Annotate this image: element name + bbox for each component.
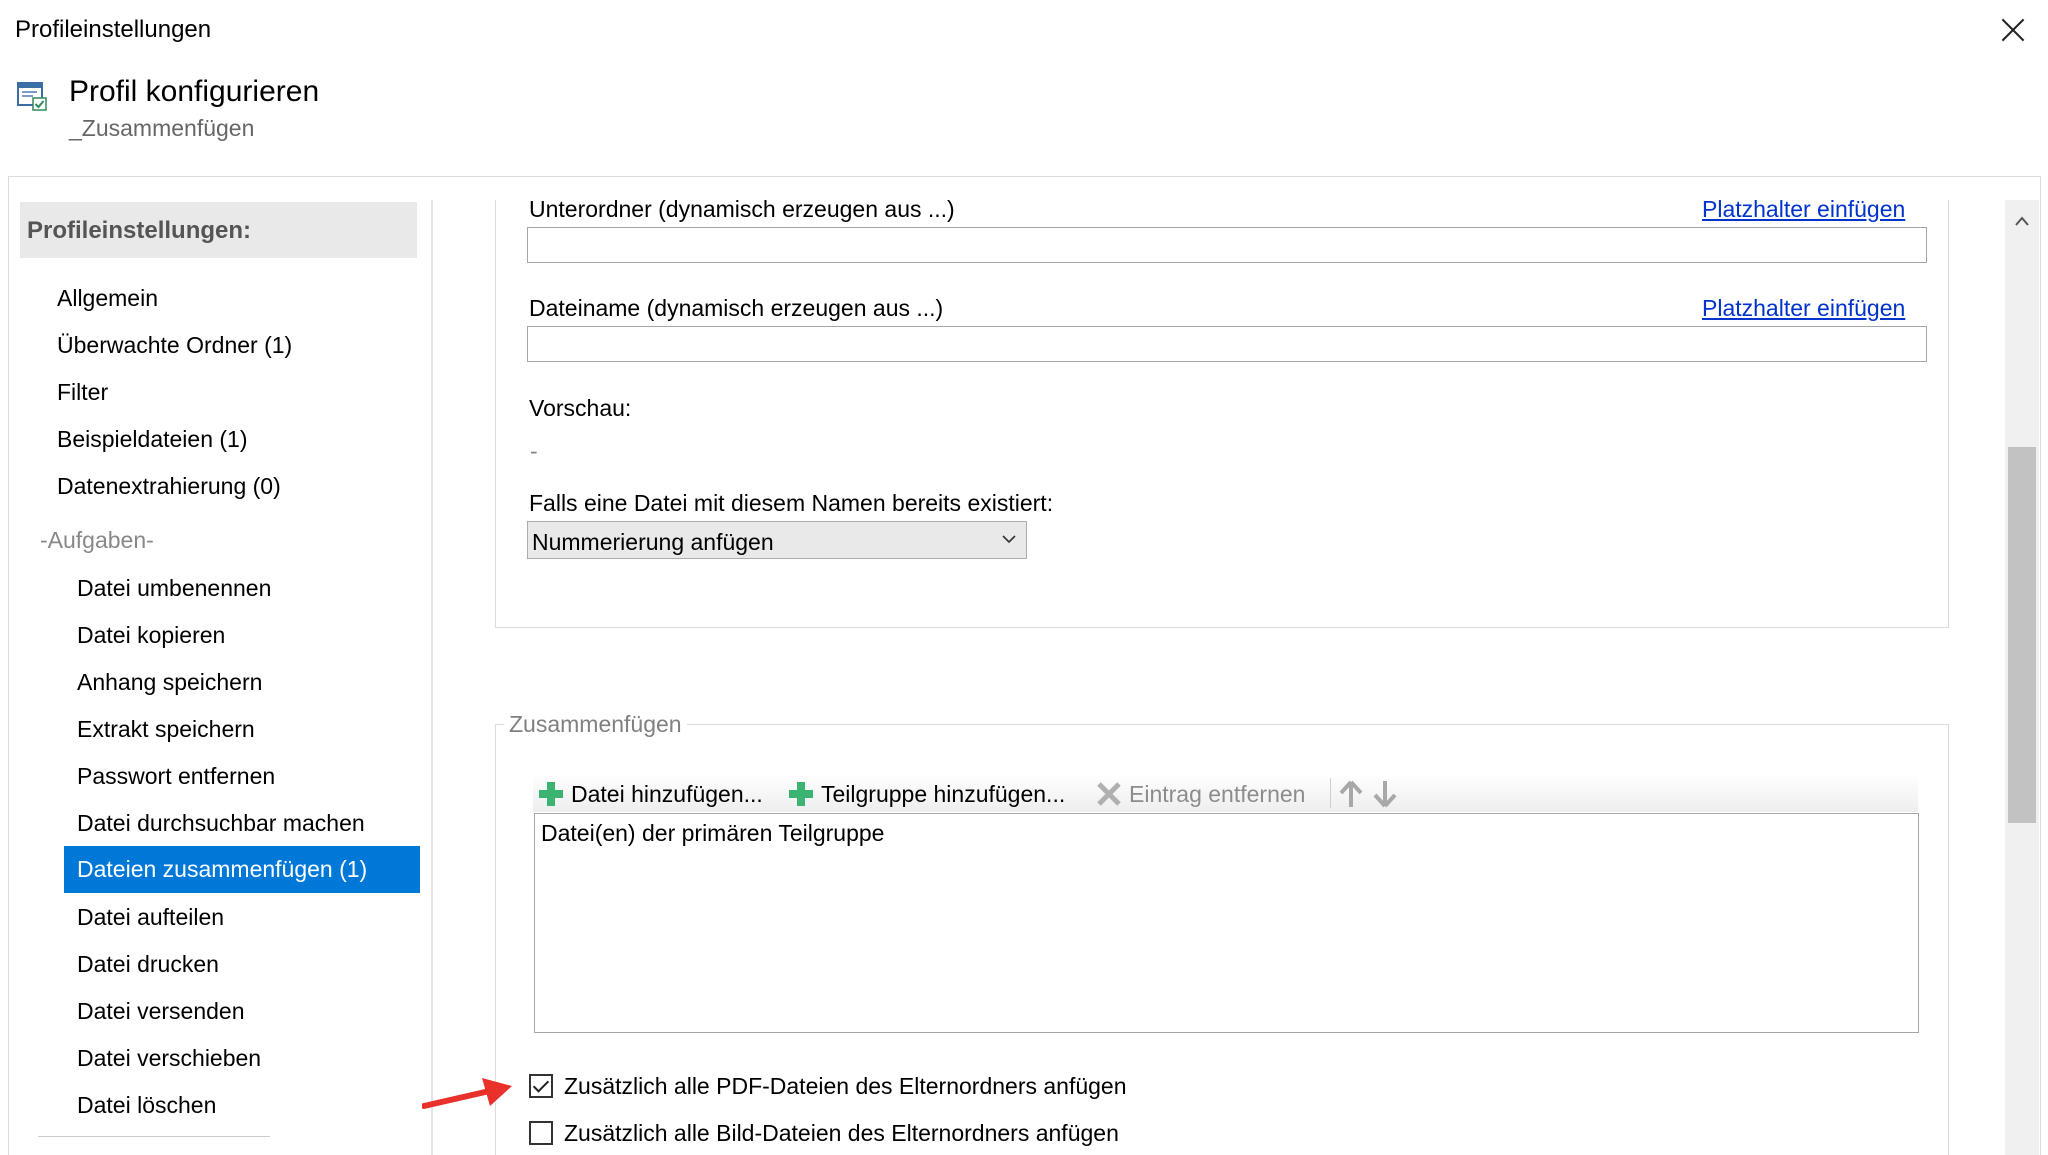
settings-window-icon [17, 82, 47, 111]
arrow-up-icon[interactable] [1337, 779, 1365, 809]
sidebar-task-umbenennen[interactable]: Datei umbenennen [64, 565, 420, 612]
sidebar-task-extrakt-speichern[interactable]: Extrakt speichern [64, 706, 420, 753]
sidebar-item-allgemein[interactable]: Allgemein [57, 275, 158, 322]
remove-entry-label: Eintrag entfernen [1129, 781, 1306, 807]
image-files-label[interactable]: Zusätzlich alle Bild-Dateien des Elterno… [564, 1120, 1119, 1147]
chevron-down-icon [1002, 535, 1016, 544]
annotation-arrow [422, 1078, 512, 1109]
plus-icon [789, 781, 813, 806]
window-title: Profileinstellungen [15, 16, 212, 43]
subfolder-placeholder-link[interactable]: Platzhalter einfügen [1702, 196, 1905, 223]
profile-name: _Zusammenfügen [69, 115, 255, 141]
arrow-down-icon[interactable] [1371, 779, 1399, 809]
toolbar-separator [1330, 778, 1331, 808]
sidebar-task-aufteilen[interactable]: Datei aufteilen [64, 894, 420, 941]
page-title: Profil konfigurieren [69, 75, 320, 108]
settings-group-box [495, 200, 1949, 628]
frame-left-border [8, 176, 9, 1155]
add-subgroup-label: Teilgruppe hinzufügen... [821, 781, 1066, 807]
filename-input[interactable] [527, 326, 1927, 362]
header-divider [8, 176, 2040, 177]
sidebar-task-kopieren[interactable]: Datei kopieren [64, 612, 420, 659]
image-files-checkbox[interactable] [529, 1121, 553, 1145]
close-button[interactable] [1995, 12, 2031, 48]
scrollbar-thumb[interactable] [2008, 447, 2036, 823]
pdf-files-label[interactable]: Zusätzlich alle PDF-Dateien des Elternor… [564, 1073, 1127, 1100]
merge-group-label: Zusammenfügen [504, 711, 687, 738]
sidebar-task-verschieben[interactable]: Datei verschieben [64, 1035, 420, 1082]
sidebar-item-filter[interactable]: Filter [57, 369, 108, 416]
sidebar-separator [431, 200, 433, 1155]
sidebar-task-zusammenfuegen[interactable]: Dateien zusammenfügen (1) [64, 846, 420, 893]
sidebar-task-drucken[interactable]: Datei drucken [64, 941, 420, 988]
x-icon [1097, 782, 1121, 806]
preview-value: - [530, 438, 538, 464]
file-exists-selected: Nummerierung anfügen [532, 529, 774, 555]
sidebar-item-beispieldateien[interactable]: Beispieldateien (1) [57, 416, 248, 463]
file-exists-label: Falls eine Datei mit diesem Namen bereit… [529, 490, 1054, 516]
list-item[interactable]: Datei(en) der primären Teilgruppe [541, 820, 884, 847]
sidebar-task-versenden[interactable]: Datei versenden [64, 988, 420, 1035]
subfolder-label: Unterordner (dynamisch erzeugen aus ...) [529, 196, 955, 222]
pdf-files-checkbox[interactable] [529, 1074, 553, 1098]
preview-label: Vorschau: [529, 395, 632, 421]
sidebar-task-durchsuchbar[interactable]: Datei durchsuchbar machen [64, 800, 420, 847]
sidebar-item-datenextrahierung[interactable]: Datenextrahierung (0) [57, 463, 281, 510]
sidebar-heading: Profileinstellungen: [20, 202, 417, 258]
sidebar-task-passwort-entfernen[interactable]: Passwort entfernen [64, 753, 420, 800]
add-file-button[interactable]: Datei hinzufügen... [537, 777, 763, 811]
add-subgroup-button[interactable]: Teilgruppe hinzufügen... [787, 777, 1065, 811]
filename-placeholder-link[interactable]: Platzhalter einfügen [1702, 295, 1905, 322]
sidebar-item-ueberwachte-ordner[interactable]: Überwachte Ordner (1) [57, 322, 292, 369]
sidebar-section-aufgaben: -Aufgaben- [40, 527, 154, 553]
subfolder-input[interactable] [527, 227, 1927, 263]
remove-entry-button[interactable]: Eintrag entfernen [1095, 777, 1305, 811]
chevron-up-icon[interactable] [2005, 205, 2039, 239]
file-exists-dropdown[interactable]: Nummerierung anfügen [527, 521, 1027, 559]
frame-right-border [2040, 176, 2041, 1155]
sidebar-task-anhang-speichern[interactable]: Anhang speichern [64, 659, 420, 706]
filename-label: Dateiname (dynamisch erzeugen aus ...) [529, 295, 944, 321]
plus-icon [539, 781, 563, 806]
sidebar-bottom-divider [38, 1136, 270, 1137]
sidebar-task-loeschen[interactable]: Datei löschen [64, 1082, 420, 1129]
add-file-label: Datei hinzufügen... [571, 781, 763, 807]
